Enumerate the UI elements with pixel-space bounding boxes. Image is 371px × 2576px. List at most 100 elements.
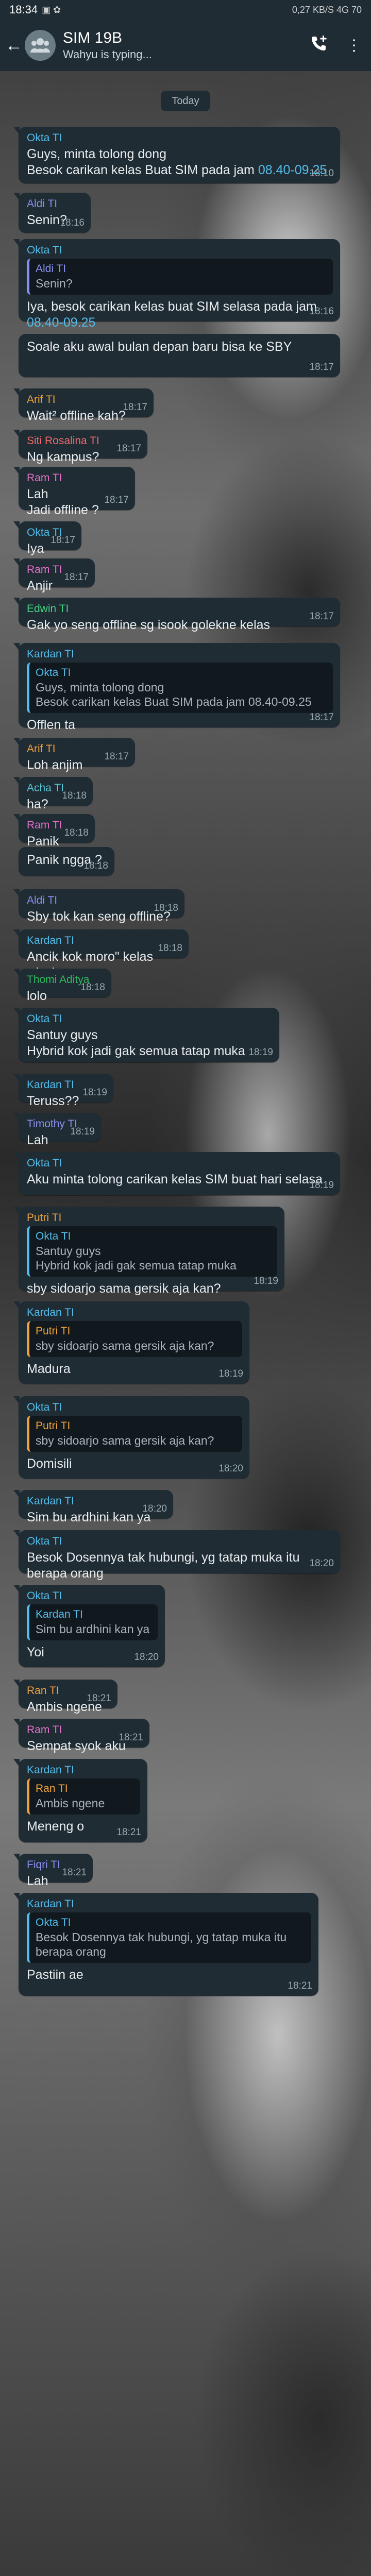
message-time: 18:19 [218,1368,243,1379]
message-bubble[interactable]: Aldi TI Senin? 18:16 [13,193,91,233]
message-body: Domisili [27,1456,72,1471]
message-sender[interactable]: Okta TI [27,1013,272,1025]
back-arrow-icon[interactable]: ← [5,36,25,56]
message-text: Pastiin ae [27,1967,311,1983]
quoted-message[interactable]: Okta TI Guys, minta tolong dong Besok car… [27,663,333,713]
message-bubble[interactable]: Arif TI Wait² offline kah? 18:17 [13,388,154,423]
quoted-message[interactable]: Okta TI Santuy guys Hybrid kok jadi gak s… [27,1226,277,1277]
quoted-message[interactable]: Putri TI sby sidoarjo sama gersik aja kan… [27,1321,242,1357]
message-time: 18:17 [50,535,75,546]
quoted-text: Besok Dosennya tak hubungi, yg tatap muk… [36,1930,290,1958]
message-sender[interactable]: Putri TI [27,1212,277,1224]
quoted-sender: Putri TI [36,1325,71,1337]
quoted-message[interactable]: Ran TI Ambis ngene [27,1778,140,1815]
message-bubble[interactable]: Kardan TI Okta TI Guys, minta tolong dong … [13,643,340,732]
chat-title-block[interactable]: SIM 19B Wahyu is typing... [63,29,310,61]
message-bubble[interactable]: Okta TI Besok Dosennya tak hubungi, yg ta… [13,1530,340,1581]
message-text: sby sidoarjo sama gersik aja kan? [27,1281,277,1297]
message-bubble[interactable]: Okta TI Putri TI sby sidoarjo sama gersik … [13,1396,249,1479]
message-bubble[interactable]: Ram TI Lah Jadi offline ? 18:17 [13,467,135,517]
message-time: 18:17 [104,751,129,762]
message-time: 18:10 [309,168,334,179]
more-options-icon[interactable]: ⋮ [346,37,362,55]
message-body: Lah [27,1133,48,1147]
message-bubble[interactable]: Timothy TI Lah 18:19 [13,1113,101,1147]
date-chip: Today [161,91,210,111]
message-sender[interactable]: Okta TI [27,1157,333,1170]
message-bubble[interactable]: Thomi Aditya lolo 18:18 [13,969,111,1003]
message-time: 18:18 [64,827,89,838]
message-text: Aku minta tolong carikan kelas SIM buat … [27,1172,333,1188]
message-bubble[interactable]: Okta TI Guys, minta tolong dong Besok car… [13,127,340,183]
message-sender[interactable]: Okta TI [27,244,333,257]
message-sender[interactable]: Ram TI [27,472,128,484]
message-bubble[interactable]: Okta TI Aku minta tolong carikan kelas SI… [13,1152,340,1195]
quoted-text: Ambis ngene [36,1797,105,1810]
message-bubble[interactable]: Ram TI Anjir 18:17 [13,558,95,593]
message-time: 18:17 [309,712,334,723]
message-bubble[interactable]: Soale aku awal bulan depan baru bisa ke … [19,334,340,377]
message-sender[interactable]: Okta TI [27,1535,333,1548]
message-sender[interactable]: Edwin TI [27,603,333,615]
message-sender[interactable]: Kardan TI [27,1764,140,1776]
message-body: ha? [27,797,48,811]
quoted-message[interactable]: Aldi TI Senin? [27,259,333,295]
message-bubble[interactable]: Okta TI Aldi TI Senin? Iya, besok carikan k… [13,239,340,330]
message-bubble[interactable]: Kardan TI Sim bu ardhini kan ya 18:20 [13,1490,173,1524]
message-bubble[interactable]: Acha TI ha? 18:18 [13,777,93,811]
quoted-message[interactable]: Putri TI sby sidoarjo sama gersik aja kan… [27,1416,242,1452]
message-bubble[interactable]: Okta TI Iya 18:17 [13,521,81,556]
message-time: 18:21 [119,1732,143,1743]
message-link[interactable]: 08.40-09.25 [27,315,95,330]
message-bubble[interactable]: Kardan TIAncik kok moro" kelas wkwk18:18 [13,929,189,980]
message-bubble[interactable]: Okta TI Kardan TI Sim bu ardhini kan ya Yoi… [13,1585,165,1667]
quoted-sender: Okta TI [36,667,71,679]
chat-header: ← SIM 19B Wahyu is typing... ⋮ [0,20,371,71]
message-time: 18:21 [62,1867,87,1878]
message-body: sby sidoarjo sama gersik aja kan? [27,1281,221,1296]
message-bubble[interactable]: Kardan TI Putri TI sby sidoarjo sama gersi… [13,1301,249,1384]
message-sender[interactable]: Kardan TI [27,648,333,660]
message-time: 18:19 [248,1047,273,1058]
message-bubble[interactable]: Edwin TI Gak yo seng offline sg isook gol… [13,598,340,632]
message-sender[interactable]: Aldi TI [27,198,83,210]
message-text: Domisili [27,1456,242,1472]
message-bubble[interactable]: Ran TI Ambis ngene 18:21 [13,1680,117,1714]
message-time: 18:18 [62,790,87,801]
message-time: 18:19 [309,1180,334,1191]
message-sender[interactable]: Okta TI [27,1401,242,1414]
quoted-sender: Putri TI [36,1420,71,1432]
message-bubble[interactable]: Kardan TI Teruss?? 18:19 [13,1074,113,1108]
message-sender[interactable]: Kardan TI [27,1307,242,1319]
message-time: 18:16 [60,217,85,228]
message-sender[interactable]: Kardan TI [27,1898,311,1910]
group-avatar[interactable] [25,30,56,61]
message-body: Aku minta tolong carikan kelas SIM buat … [27,1172,323,1187]
message-body: Gak yo seng offline sg isook golekne kel… [27,618,271,632]
message-body: Yoi [27,1645,44,1659]
message-body: Loh anjim [27,758,83,772]
message-bubble[interactable]: Fiqri TI Lah 18:21 [13,1854,93,1888]
message-time: 18:18 [158,943,182,954]
message-bubble[interactable]: Siti Rosalina TI Ng kampus? 18:17 [13,430,147,464]
message-body: Meneng o [27,1819,85,1834]
message-text: Offlen ta [27,717,333,733]
message-time: 18:17 [64,572,89,583]
quoted-message[interactable]: Okta TI Besok Dosennya tak hubungi, yg ta… [27,1912,311,1963]
message-body: Iya [27,541,44,556]
message-sender[interactable]: Okta TI [27,132,333,144]
message-time: 18:21 [288,1980,312,1991]
message-bubble[interactable]: Arif TI Loh anjim 18:17 [13,738,135,772]
message-bubble[interactable]: Kardan TI Okta TI Besok Dosennya tak hubun… [13,1893,318,1996]
message-bubble[interactable]: Ram TI Panik 18:18 [13,814,95,849]
message-bubble[interactable]: Aldi TI Sby tok kan seng offline? 18:18 [13,889,184,924]
message-bubble[interactable]: Kardan TI Ran TI Ambis ngene Meneng o 18:21 [13,1759,147,1842]
message-bubble[interactable]: Ram TI Sempat syok aku 18:21 [13,1719,149,1753]
message-bubble[interactable]: Panik ngga ? 18:18 [19,847,114,876]
message-time: 18:19 [70,1126,95,1137]
add-call-icon[interactable] [310,35,328,56]
message-bubble[interactable]: Okta TI Santuy guys Hybrid kok jadi gak s… [13,1008,279,1062]
message-bubble[interactable]: Putri TI Okta TI Santuy guys Hybrid kok ja… [13,1207,284,1296]
message-sender[interactable]: Okta TI [27,1590,158,1602]
quoted-message[interactable]: Kardan TI Sim bu ardhini kan ya [27,1604,158,1640]
